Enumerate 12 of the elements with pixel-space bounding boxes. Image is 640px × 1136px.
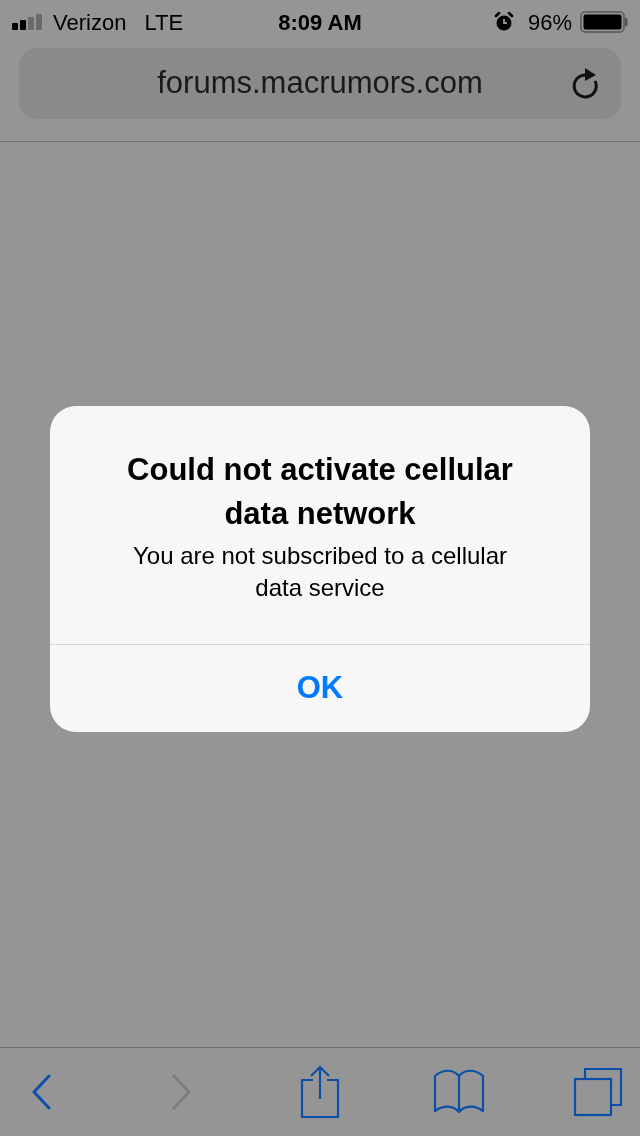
network-type: LTE xyxy=(144,8,184,37)
address-bar[interactable]: forums.macrumors.com xyxy=(19,48,621,119)
ok-button[interactable]: OK xyxy=(50,644,590,732)
carrier-name: Verizon xyxy=(53,8,127,37)
url-text: forums.macrumors.com xyxy=(157,64,483,103)
alert-message: You are not subscribed to a cellular data service xyxy=(132,541,508,603)
alarm-icon xyxy=(493,12,514,32)
battery-icon xyxy=(580,11,628,33)
clock: 8:09 AM xyxy=(278,8,362,37)
battery-percentage: 96% xyxy=(527,8,572,37)
alert-title: Could not activate cellular data network xyxy=(126,451,514,533)
chevron-left-icon[interactable] xyxy=(31,1074,53,1110)
